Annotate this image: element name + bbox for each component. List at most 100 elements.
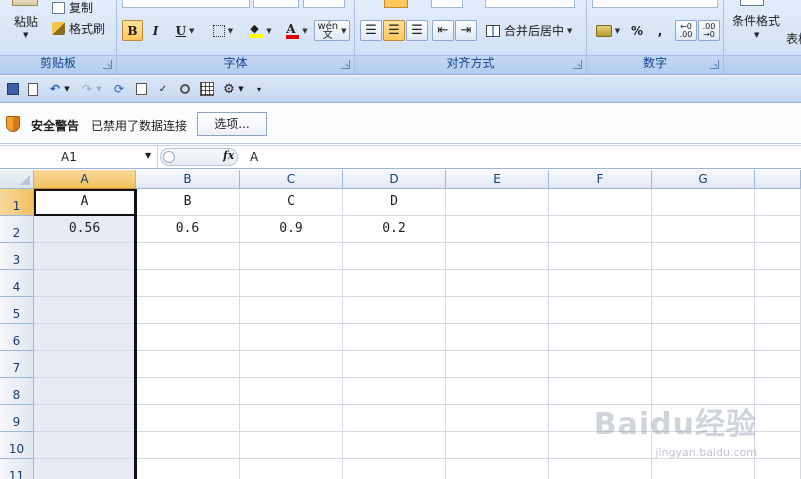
- zoom-icon[interactable]: [176, 80, 194, 98]
- cell-c7[interactable]: [240, 351, 343, 378]
- font-color-button[interactable]: A ▼: [280, 20, 314, 41]
- font-size-box[interactable]: [253, 0, 299, 8]
- cell-a7[interactable]: [34, 351, 136, 378]
- cell-partial6[interactable]: [755, 324, 801, 351]
- cell-b5[interactable]: [136, 297, 240, 324]
- cell-e6[interactable]: [446, 324, 549, 351]
- format-as-table-button[interactable]: 表格: [786, 30, 801, 47]
- cell-c2[interactable]: 0.9: [240, 216, 343, 243]
- cell-partial9[interactable]: [755, 405, 801, 432]
- select-all-corner[interactable]: [0, 170, 34, 189]
- cell-b6[interactable]: [136, 324, 240, 351]
- number-launcher-icon[interactable]: [710, 60, 719, 69]
- cell-b10[interactable]: [136, 432, 240, 459]
- name-box[interactable]: A1 ▼: [0, 146, 158, 168]
- cell-f11[interactable]: [549, 459, 652, 479]
- cell-d6[interactable]: [343, 324, 446, 351]
- cell-a5[interactable]: [34, 297, 136, 324]
- print-preview-icon[interactable]: [132, 80, 150, 98]
- cell-a9[interactable]: [34, 405, 136, 432]
- cell-f2[interactable]: [549, 216, 652, 243]
- format-painter-button[interactable]: 格式刷: [52, 20, 105, 37]
- paste-dropdown-icon[interactable]: ▼: [23, 31, 28, 39]
- cell-a6[interactable]: [34, 324, 136, 351]
- cell-partial4[interactable]: [755, 270, 801, 297]
- cell-c6[interactable]: [240, 324, 343, 351]
- column-header-c[interactable]: C: [240, 170, 343, 189]
- alignment-launcher-icon[interactable]: [573, 60, 582, 69]
- cell-a10[interactable]: [34, 432, 136, 459]
- cell-f1[interactable]: [549, 189, 652, 216]
- cell-b3[interactable]: [136, 243, 240, 270]
- cell-c11[interactable]: [240, 459, 343, 479]
- column-header-d[interactable]: D: [343, 170, 446, 189]
- cell-d1[interactable]: D: [343, 189, 446, 216]
- cell-d11[interactable]: [343, 459, 446, 479]
- cell-c4[interactable]: [240, 270, 343, 297]
- cell-e8[interactable]: [446, 378, 549, 405]
- undo-dropdown-icon[interactable]: ▼: [62, 80, 72, 98]
- cell-partial2[interactable]: [755, 216, 801, 243]
- cell-d7[interactable]: [343, 351, 446, 378]
- row-header-6[interactable]: 6: [0, 324, 34, 351]
- cell-e2[interactable]: [446, 216, 549, 243]
- underline-button[interactable]: U ▼: [168, 20, 202, 41]
- column-header-a[interactable]: A: [34, 170, 136, 189]
- cell-d10[interactable]: [343, 432, 446, 459]
- cell-b4[interactable]: [136, 270, 240, 297]
- increase-decimal-button[interactable]: ←0.00: [675, 20, 697, 41]
- cell-g7[interactable]: [652, 351, 755, 378]
- cell-a3[interactable]: [34, 243, 136, 270]
- row-header-3[interactable]: 3: [0, 243, 34, 270]
- cell-a2[interactable]: 0.56: [34, 216, 136, 243]
- cell-a8[interactable]: [34, 378, 136, 405]
- cell-c9[interactable]: [240, 405, 343, 432]
- cell-partial7[interactable]: [755, 351, 801, 378]
- cell-g4[interactable]: [652, 270, 755, 297]
- cell-a11[interactable]: [34, 459, 136, 479]
- cell-partial3[interactable]: [755, 243, 801, 270]
- refresh-icon[interactable]: ⟳: [110, 80, 128, 98]
- cell-c8[interactable]: [240, 378, 343, 405]
- customize-toolbar-icon[interactable]: ▾: [252, 80, 266, 98]
- cell-d9[interactable]: [343, 405, 446, 432]
- increase-indent-button[interactable]: ⇥: [455, 20, 477, 41]
- cell-f4[interactable]: [549, 270, 652, 297]
- paste-button[interactable]: 粘贴: [14, 13, 38, 30]
- font-grow-box[interactable]: [303, 0, 345, 8]
- cell-d2[interactable]: 0.2: [343, 216, 446, 243]
- column-header-f[interactable]: F: [549, 170, 652, 189]
- border-button[interactable]: ▼: [206, 20, 240, 41]
- cell-d8[interactable]: [343, 378, 446, 405]
- cell-b1[interactable]: B: [136, 189, 240, 216]
- cell-f7[interactable]: [549, 351, 652, 378]
- spelling-icon[interactable]: ✓: [154, 80, 172, 98]
- phonetic-button[interactable]: wén 文 ▼: [314, 20, 350, 41]
- new-document-icon[interactable]: [24, 80, 42, 98]
- cell-g11[interactable]: [652, 459, 755, 479]
- clipboard-launcher-icon[interactable]: [103, 60, 112, 69]
- cell-e11[interactable]: [446, 459, 549, 479]
- cell-c1[interactable]: C: [240, 189, 343, 216]
- cell-c3[interactable]: [240, 243, 343, 270]
- italic-button[interactable]: I: [145, 20, 166, 41]
- cell-d3[interactable]: [343, 243, 446, 270]
- cell-e3[interactable]: [446, 243, 549, 270]
- cell-c5[interactable]: [240, 297, 343, 324]
- cell-b7[interactable]: [136, 351, 240, 378]
- font-name-box[interactable]: [122, 0, 250, 8]
- insert-function-icon[interactable]: fx: [223, 149, 234, 162]
- cell-g6[interactable]: [652, 324, 755, 351]
- conditional-format-button[interactable]: 条件格式: [732, 12, 780, 29]
- grid-icon[interactable]: [198, 80, 216, 98]
- cell-partial11[interactable]: [755, 459, 801, 479]
- cell-e4[interactable]: [446, 270, 549, 297]
- column-header-e[interactable]: E: [446, 170, 549, 189]
- cell-a1[interactable]: A: [34, 189, 136, 216]
- cell-partial1[interactable]: [755, 189, 801, 216]
- conditional-format-dropdown-icon[interactable]: ▼: [754, 31, 759, 39]
- cell-f5[interactable]: [549, 297, 652, 324]
- cell-partial10[interactable]: [755, 432, 801, 459]
- formula-input[interactable]: A: [250, 150, 258, 164]
- cell-e10[interactable]: [446, 432, 549, 459]
